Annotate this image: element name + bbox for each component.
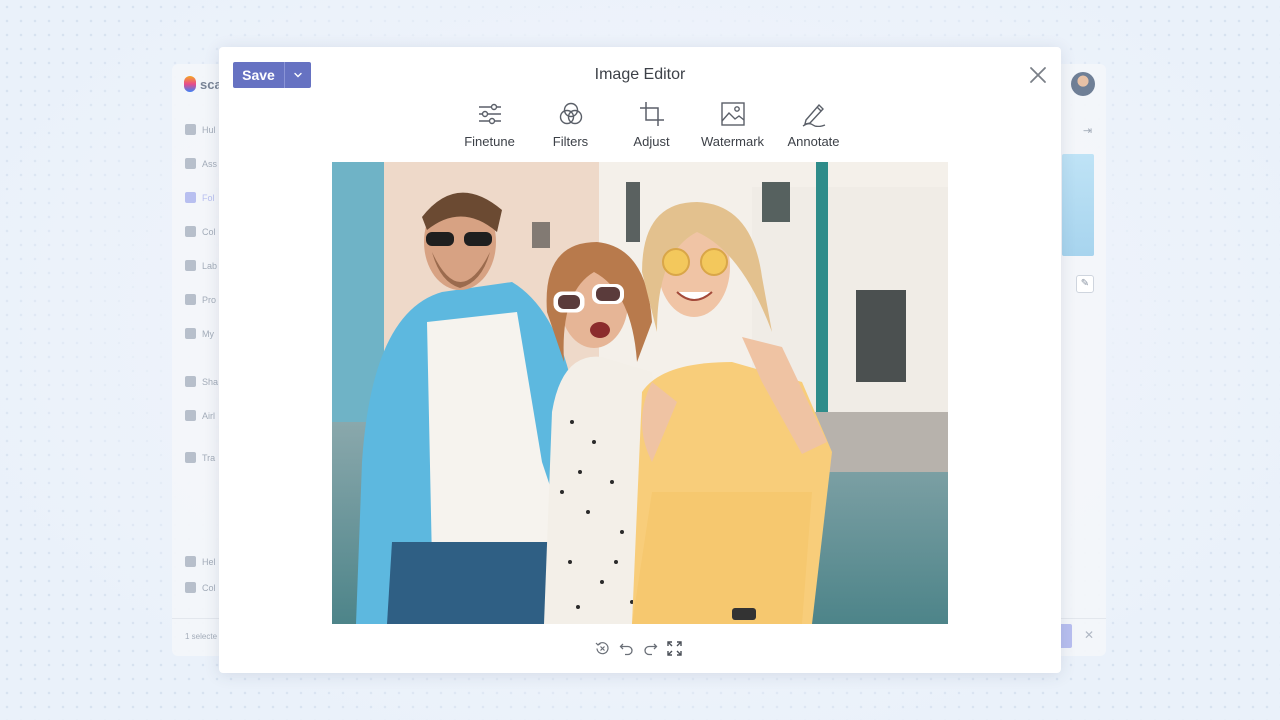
reset-icon [595,642,609,655]
sidebar-item-help[interactable]: Hel [185,556,216,567]
redo-button[interactable] [643,641,658,656]
sidebar-item-hub[interactable]: Hul [185,124,216,135]
reset-button[interactable] [595,641,610,656]
crop-icon [639,102,664,126]
expand-icon[interactable]: ⇥ [1083,124,1092,137]
tab-finetune[interactable]: Finetune [449,101,530,149]
redo-icon [644,643,658,656]
tab-annotate[interactable]: Annotate [773,101,854,149]
filters-icon [559,102,582,125]
sidebar-item-collections[interactable]: Col [185,226,216,237]
image-controls [595,641,682,656]
undo-icon [619,643,633,656]
modal-title: Image Editor [594,66,686,83]
clear-selection-icon[interactable]: ✕ [1084,628,1094,642]
sidebar-item-collapse[interactable]: Col [185,582,216,593]
sidebar-item-products[interactable]: Pro [185,294,216,305]
tab-filters[interactable]: Filters [530,101,611,149]
tab-adjust[interactable]: Adjust [611,101,692,149]
sidebar-item-my[interactable]: My [185,328,214,339]
sidebar-item-assets[interactable]: Ass [185,158,217,169]
sidebar-item-folders[interactable]: Fol [185,192,215,203]
sidebar-item-trash[interactable]: Tra [185,452,215,463]
edit-icon[interactable]: ✎ [1076,275,1094,293]
pen-icon [802,103,825,127]
watermark-icon [720,102,745,126]
asset-thumbnail [1062,154,1094,256]
sliders-icon [478,103,501,125]
image-canvas[interactable] [332,162,948,624]
sidebar-item-labels[interactable]: Lab [185,260,217,271]
editor-toolbar: Finetune Filters Adjust Watermark Annota… [449,101,854,149]
undo-button[interactable] [619,641,634,656]
app-logo: sca [184,76,222,92]
fullscreen-icon [667,641,682,656]
close-icon[interactable] [1029,66,1047,84]
avatar[interactable] [1071,72,1095,96]
sidebar-item-share[interactable]: Sha [185,376,218,387]
tab-watermark[interactable]: Watermark [692,101,773,149]
sidebar-item-airbox[interactable]: Airl [185,410,215,421]
fullscreen-button[interactable] [667,641,682,656]
image-editor-modal: Save Image Editor Finetune Filters Adjus… [219,47,1061,673]
